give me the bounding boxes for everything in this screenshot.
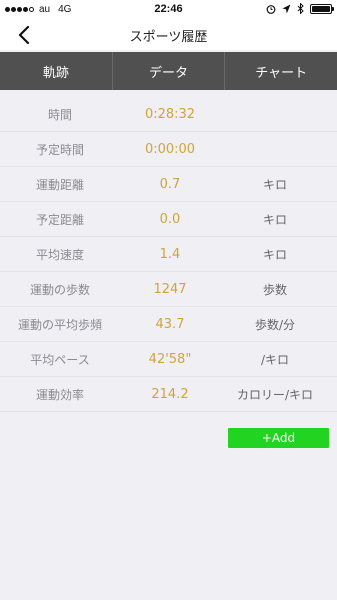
row-label: 予定時間: [35, 142, 84, 157]
battery-icon: [310, 3, 334, 14]
row-unit: 歩数: [262, 282, 287, 297]
data-row-planned-distance: 予定距離 0.0 キロ: [0, 202, 337, 237]
navigation-bar: スポーツ履歴: [0, 20, 337, 50]
row-value: 0.0: [159, 211, 181, 227]
row-value: 1247: [153, 281, 187, 297]
tab-track[interactable]: 軌跡: [0, 52, 113, 90]
status-bar: au 4G 22:46: [0, 0, 337, 20]
row-unit: キロ: [262, 177, 287, 192]
row-value: 0:00:00: [144, 141, 196, 157]
row-label: 平均ペース: [30, 352, 90, 367]
row-unit: カロリー/キロ: [236, 387, 314, 402]
row-value: 214.2: [151, 386, 189, 402]
row-value: 0:28:32: [144, 106, 196, 122]
location-icon: [282, 4, 291, 13]
row-value: 0.7: [159, 176, 181, 192]
tab-data[interactable]: データ: [113, 52, 226, 90]
data-row-steps: 運動の歩数 1247 歩数: [0, 272, 337, 307]
row-unit: キロ: [262, 247, 287, 262]
data-row-distance: 運動距離 0.7 キロ: [0, 167, 337, 202]
row-value: 1.4: [159, 246, 181, 262]
row-label: 予定距離: [35, 212, 84, 227]
data-row-planned-time: 予定時間 0:00:00: [0, 132, 337, 167]
page-title-wrap: スポーツ履歴: [0, 26, 337, 45]
data-row-time: 時間 0:28:32: [0, 97, 337, 132]
row-unit: /キロ: [260, 352, 290, 367]
row-value: 43.7: [155, 316, 185, 332]
bluetooth-icon: [297, 3, 304, 14]
row-label: 運動効率: [35, 387, 84, 402]
row-value: 42'58": [148, 351, 192, 367]
tab-chart[interactable]: チャート: [225, 52, 337, 90]
row-label: 運動の歩数: [29, 282, 90, 297]
row-unit: 歩数/分: [254, 317, 296, 332]
row-label: 運動の平均歩頻: [17, 317, 102, 332]
row-label: 運動距離: [35, 177, 84, 192]
add-button[interactable]: +Add: [228, 428, 329, 448]
row-label: 時間: [47, 107, 72, 122]
status-right: [266, 3, 334, 14]
alarm-icon: [266, 4, 276, 14]
data-list: 時間 0:28:32 予定時間 0:00:00 運動距離 0.7 キロ 予定距離…: [0, 97, 337, 412]
tab-bar: 軌跡 データ チャート: [0, 52, 337, 90]
data-row-efficiency: 運動効率 214.2 カロリー/キロ: [0, 377, 337, 412]
page-title: スポーツ履歴: [129, 30, 208, 45]
data-row-average-speed: 平均速度 1.4 キロ: [0, 237, 337, 272]
row-unit: キロ: [262, 212, 287, 227]
data-row-cadence: 運動の平均歩頻 43.7 歩数/分: [0, 307, 337, 342]
row-label: 平均速度: [35, 247, 84, 262]
data-row-pace: 平均ペース 42'58" /キロ: [0, 342, 337, 377]
